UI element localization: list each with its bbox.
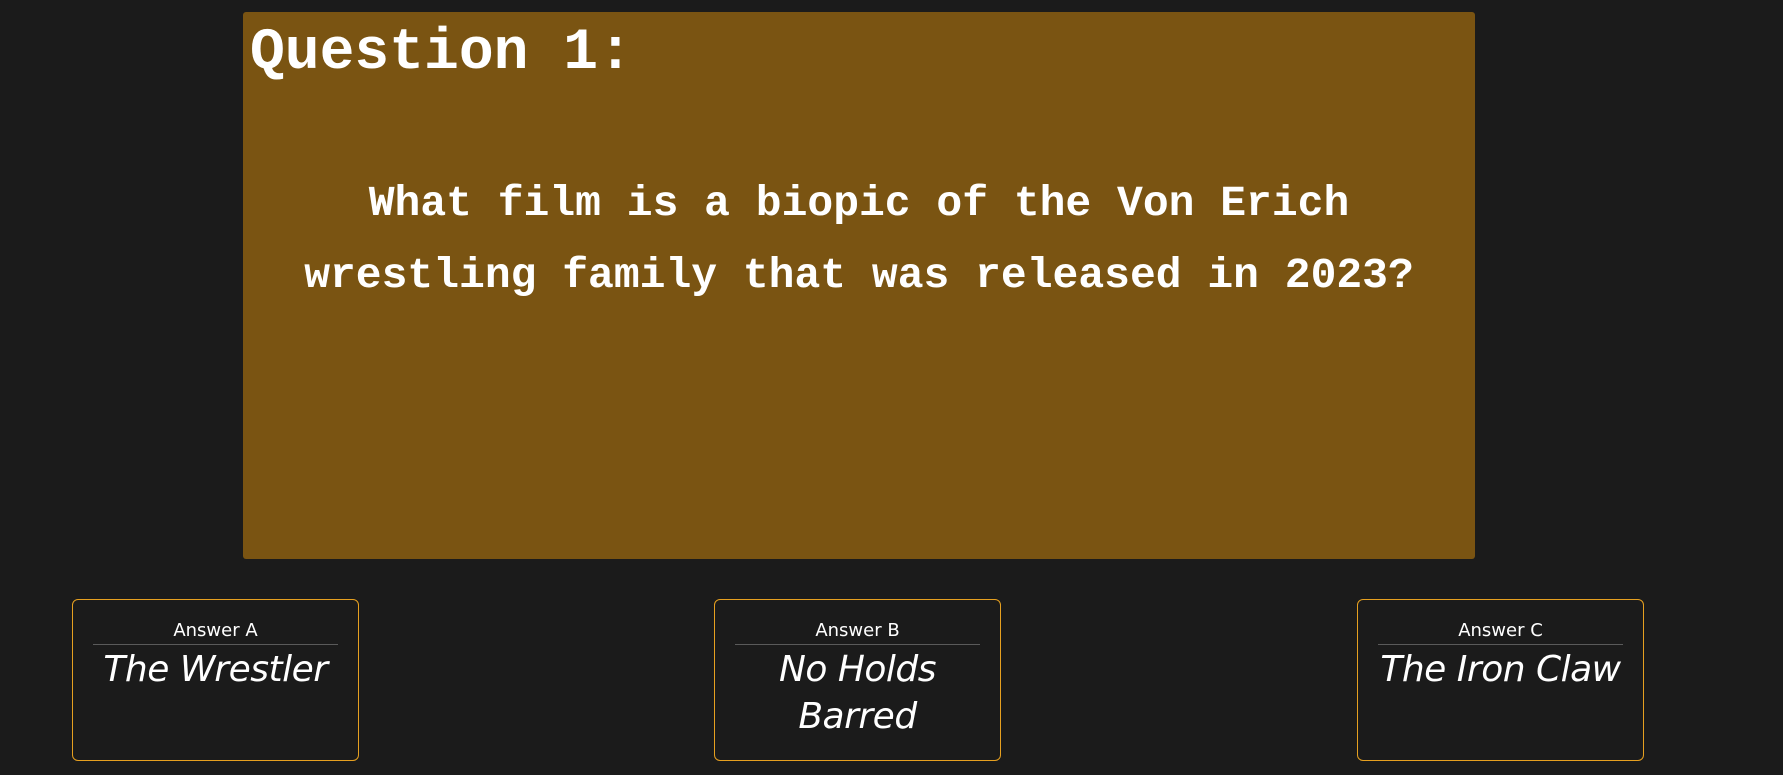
answer-c-text: The Iron Claw <box>1380 649 1621 690</box>
answer-b-button[interactable]: Answer B No Holds Barred <box>714 599 1001 761</box>
answer-c-label: Answer C <box>1378 620 1623 645</box>
answer-a-button[interactable]: Answer A The Wrestler <box>72 599 359 761</box>
answer-b-label: Answer B <box>735 620 980 645</box>
answer-c-button[interactable]: Answer C The Iron Claw <box>1357 599 1644 761</box>
answer-b-text: No Holds Barred <box>778 649 937 737</box>
question-card: Question 1: What film is a biopic of the… <box>243 12 1475 559</box>
answer-a-label: Answer A <box>93 620 338 645</box>
answer-a-text: The Wrestler <box>103 649 328 690</box>
question-text: What film is a biopic of the Von Erich w… <box>304 179 1414 300</box>
question-title: Question 1: <box>250 21 633 86</box>
